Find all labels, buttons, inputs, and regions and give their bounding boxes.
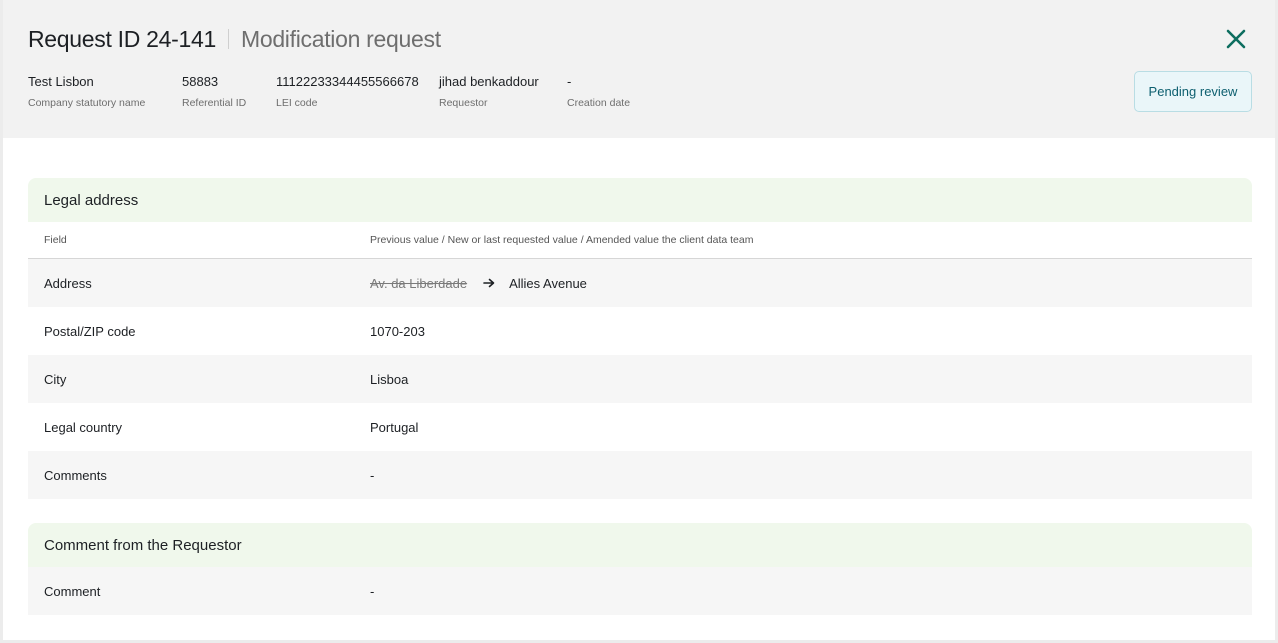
meta-creation-date: - Creation date	[567, 74, 631, 109]
field-label: Comment	[44, 583, 101, 599]
table-row: Comments -	[28, 451, 1252, 499]
previous-value: Av. da Liberdade	[370, 275, 468, 291]
request-id: Request ID 24-141	[28, 25, 216, 52]
column-header-field: Field	[44, 234, 67, 246]
table-row: Address Av. da Liberdade Allies Avenue	[28, 259, 1252, 307]
request-header: Request ID 24-141 Modification request T…	[3, 0, 1275, 138]
field-label: City	[44, 371, 67, 387]
section-title: Legal address	[28, 178, 1252, 222]
table-header: Field Previous value / New or last reque…	[28, 222, 1252, 259]
field-label: Legal country	[44, 419, 123, 435]
request-type: Modification request	[240, 25, 441, 52]
close-button[interactable]	[1221, 24, 1251, 54]
arrow-right-icon	[483, 278, 495, 288]
table-row: Postal/ZIP code 1070-203	[28, 307, 1252, 355]
field-value: -	[370, 467, 375, 483]
requestor-comment-section: Comment from the Requestor Comment -	[28, 523, 1252, 615]
field-label: Postal/ZIP code	[44, 323, 136, 339]
field-value: Av. da Liberdade Allies Avenue	[370, 276, 1252, 291]
meta-referential-id: 58883 Referential ID	[182, 74, 247, 109]
table-row: Legal country Portugal	[28, 403, 1252, 451]
section-title: Comment from the Requestor	[28, 523, 1252, 567]
table-row: City Lisboa	[28, 355, 1252, 403]
title-divider	[227, 29, 229, 49]
field-value: Portugal	[370, 419, 419, 435]
field-label: Address	[44, 275, 92, 291]
new-value: Allies Avenue	[509, 275, 587, 291]
legal-address-section: Legal address Field Previous value / New…	[28, 178, 1252, 499]
field-label: Comments	[44, 467, 107, 483]
request-detail-panel: Request ID 24-141 Modification request T…	[3, 0, 1275, 640]
status-badge[interactable]: Pending review	[1134, 71, 1252, 112]
table-row: Comment -	[28, 567, 1252, 615]
meta-lei-code: 11122233344455566678 LEI code	[276, 74, 419, 109]
field-value: Lisboa	[370, 371, 409, 387]
column-header-values: Previous value / New or last requested v…	[370, 234, 754, 246]
close-icon	[1226, 29, 1246, 49]
page-title: Request ID 24-141 Modification request	[28, 24, 441, 54]
field-value: -	[370, 583, 375, 599]
field-value: 1070-203	[370, 323, 425, 339]
meta-requestor: jihad benkaddour Requestor	[439, 74, 539, 109]
meta-company-name: Test Lisbon Company statutory name	[28, 74, 146, 109]
